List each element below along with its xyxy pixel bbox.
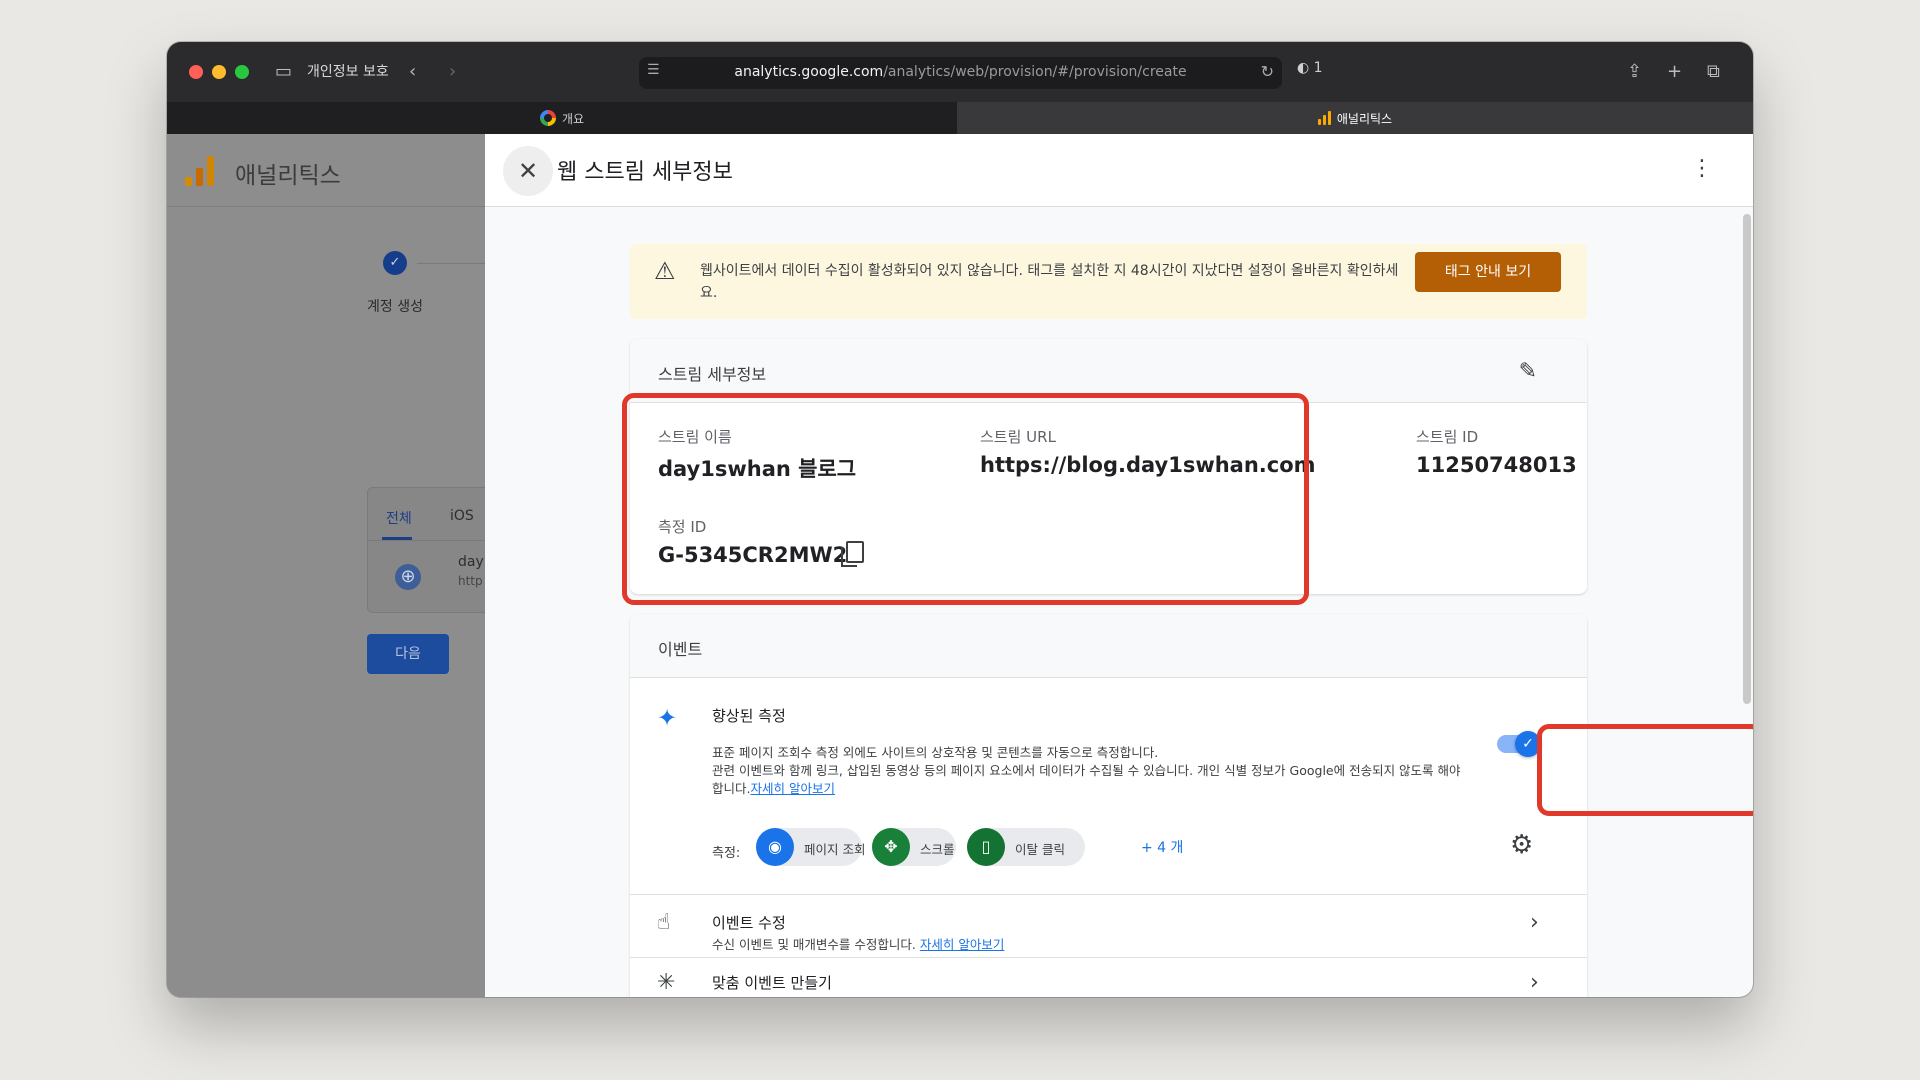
forward-icon[interactable]: › [449, 60, 456, 84]
tab-ios[interactable]: iOS [450, 508, 474, 524]
highlight-toggle [1537, 724, 1753, 816]
step-label: 계정 생성 [367, 299, 423, 315]
page-content: 애널리틱스 ✓ 계정 생성 전체 iOS ⊕ day http 다음 ✕ 웹 스… [167, 134, 1753, 997]
stream-details-title: 스트림 세부정보 [658, 365, 767, 384]
warning-icon: ⚠ [654, 257, 676, 285]
more-options-icon[interactable]: ⋮ [1691, 156, 1713, 181]
zoom-window-button[interactable] [235, 65, 249, 79]
web-stream-details-panel: ✕ 웹 스트림 세부정보 ⋮ ⚠ 웹사이트에서 데이터 수집이 활성화되어 있지… [485, 134, 1753, 997]
mouse-icon: ▯ [967, 828, 1005, 866]
app-header: 애널리틱스 [167, 134, 485, 207]
panel-header: ✕ 웹 스트림 세부정보 ⋮ [485, 134, 1753, 207]
close-panel-button[interactable]: ✕ [503, 146, 553, 196]
learn-more-link[interactable]: 자세히 알아보기 [920, 937, 1004, 952]
tab-overview[interactable]: 개요 [167, 102, 957, 134]
tab-bar: 개요 애널리틱스 [167, 102, 1753, 134]
back-icon[interactable]: ‹ [409, 60, 416, 84]
eye-icon: ◉ [756, 828, 794, 866]
stream-list-panel: 전체 iOS ⊕ day http [367, 487, 485, 613]
close-window-button[interactable] [189, 65, 203, 79]
stream-id-value: 11250748013 [1416, 453, 1577, 477]
enhanced-measurement-title: 향상된 측정 [712, 707, 786, 725]
highlight-stream-details [622, 393, 1309, 605]
modify-events-title[interactable]: 이벤트 수정 [712, 912, 786, 933]
app-title: 애널리틱스 [235, 163, 341, 189]
events-title: 이벤트 [658, 640, 703, 659]
more-chips-link[interactable]: + 4 개 [1141, 837, 1183, 857]
tab-analytics[interactable]: 애널리틱스 [957, 102, 1753, 134]
title-bar: ▭ 개인정보 보호 ‹ › ☰ analytics.google.com/ana… [167, 42, 1753, 102]
globe-icon: ⊕ [395, 564, 421, 590]
analytics-favicon-icon [1317, 111, 1331, 125]
step-connector [417, 263, 485, 264]
sparkle-click-icon: ✳ [657, 970, 676, 995]
edit-icon[interactable]: ✎ [1519, 359, 1537, 384]
sidebar-toggle-icon[interactable]: ▭ [275, 60, 292, 84]
google-favicon-icon [539, 110, 556, 126]
stream-item-name[interactable]: day [458, 554, 484, 570]
data-collection-alert: ⚠ 웹사이트에서 데이터 수집이 활성화되어 있지 않습니다. 태그를 설치한 … [630, 244, 1587, 319]
stream-id-label: 스트림 ID [1416, 428, 1479, 446]
events-header: 이벤트 [630, 614, 1587, 678]
chip-scroll[interactable]: ✥ 스크롤 [872, 828, 956, 866]
sparkle-icon: ✦ [657, 704, 678, 732]
new-tab-icon[interactable]: + [1667, 60, 1682, 84]
tab-all[interactable]: 전체 [386, 508, 412, 528]
divider [630, 957, 1587, 958]
learn-more-link[interactable]: 자세히 알아보기 [750, 781, 834, 796]
divider [368, 540, 485, 541]
panel-title: 웹 스트림 세부정보 [557, 160, 733, 185]
alert-text: 웹사이트에서 데이터 수집이 활성화되어 있지 않습니다. 태그를 설치한 지 … [700, 263, 1399, 301]
create-custom-events-title[interactable]: 맞춤 이벤트 만들기 [712, 972, 832, 993]
events-card: 이벤트 ✦ 향상된 측정 표준 페이지 조회수 측정 외에도 사이트의 상호작용… [630, 614, 1587, 997]
step-complete-icon: ✓ [383, 251, 407, 275]
url-text[interactable]: analytics.google.com/analytics/web/provi… [639, 64, 1282, 80]
enhanced-measurement-toggle[interactable]: ✓ [1497, 731, 1541, 757]
left-background: 애널리틱스 ✓ 계정 생성 전체 iOS ⊕ day http 다음 [167, 134, 485, 997]
tab-overview-icon[interactable]: ⧉ [1707, 60, 1720, 84]
shield-count: 1 [1313, 60, 1323, 76]
chevron-right-icon[interactable]: › [1530, 910, 1539, 935]
chip-outbound-click[interactable]: ▯ 이탈 클릭 [967, 828, 1085, 866]
divider [630, 894, 1587, 895]
browser-window: ▭ 개인정보 보호 ‹ › ☰ analytics.google.com/ana… [167, 42, 1753, 997]
reload-icon[interactable]: ↻ [1261, 62, 1274, 81]
next-button[interactable]: 다음 [367, 634, 449, 674]
enhanced-measurement-description: 표준 페이지 조회수 측정 외에도 사이트의 상호작용 및 콘텐츠를 자동으로 … [712, 745, 1461, 796]
touch-icon: ☝ [657, 910, 671, 935]
privacy-report-label[interactable]: 개인정보 보호 [307, 61, 389, 83]
chip-page-view[interactable]: ◉ 페이지 조회 [756, 828, 865, 866]
measurement-label: 측정: [712, 846, 741, 861]
scroll-icon: ✥ [872, 828, 910, 866]
scrollbar[interactable] [1743, 214, 1751, 704]
address-bar[interactable]: ☰ analytics.google.com/analytics/web/pro… [639, 57, 1282, 89]
share-icon[interactable]: ⇪ [1627, 60, 1642, 84]
analytics-logo-icon [185, 156, 214, 186]
modify-events-description: 수신 이벤트 및 매개변수를 수정합니다. 자세히 알아보기 [712, 937, 1005, 952]
minimize-window-button[interactable] [212, 65, 226, 79]
gear-icon[interactable]: ⚙ [1510, 830, 1533, 860]
shield-icon[interactable]: ◐ 1 [1297, 60, 1323, 76]
view-tag-instructions-button[interactable]: 태그 안내 보기 [1415, 252, 1561, 292]
stream-item-url: http [458, 574, 483, 588]
chevron-right-icon[interactable]: › [1530, 970, 1539, 995]
